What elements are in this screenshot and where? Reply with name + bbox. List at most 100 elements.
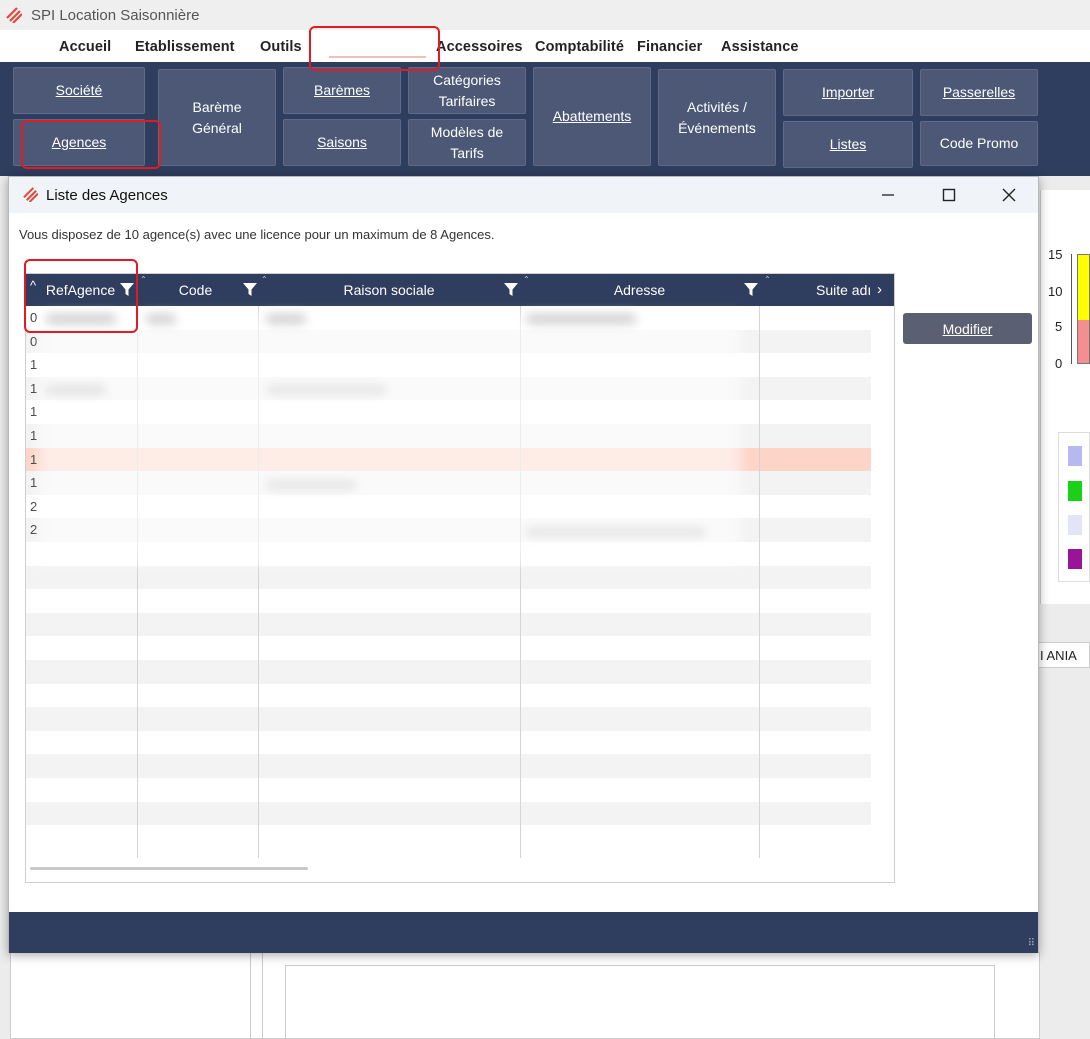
column-header-code[interactable]: Code ⌃: [137, 274, 268, 306]
redacted-text: [266, 386, 386, 394]
refagence-cell: 1: [30, 380, 38, 396]
legend-swatch-purple: [1068, 549, 1082, 569]
column-header-refagence[interactable]: ^ RefAgence ⌃: [26, 274, 147, 306]
filter-icon[interactable]: [120, 282, 134, 297]
bareme-general-label: Barème Général: [192, 98, 242, 136]
table-row[interactable]: [26, 660, 871, 684]
minimize-icon: [882, 194, 894, 196]
table-row[interactable]: [26, 636, 871, 660]
redacted-text: [526, 314, 636, 324]
table-row[interactable]: [26, 778, 871, 802]
menu-parametrages[interactable]: Paramétrages: [323, 34, 432, 58]
redacted-text: [266, 314, 306, 324]
chart-tick-15: 15: [1048, 247, 1063, 262]
saisons-label: Saisons: [317, 134, 367, 150]
chart-tick-0: 0: [1055, 356, 1063, 371]
table-row[interactable]: [26, 565, 871, 590]
chart-bar-yellow: [1077, 254, 1090, 320]
maximize-button[interactable]: [935, 183, 963, 207]
bareme-general-button[interactable]: Barème Général: [158, 69, 276, 166]
listes-label: Listes: [829, 136, 867, 152]
maximize-icon: [942, 188, 956, 202]
redacted-text: [46, 314, 116, 324]
dialog-footer: [9, 912, 1038, 953]
refagence-cell: 2: [30, 498, 38, 514]
importer-button[interactable]: Importer: [783, 69, 913, 116]
close-button[interactable]: [995, 183, 1023, 207]
menubar: Accueil Etablissement Outils Paramétrage…: [0, 30, 1090, 62]
baremes-button[interactable]: Barèmes: [283, 67, 401, 114]
agences-dialog: Liste des Agences Vous disposez de 10 ag…: [8, 176, 1039, 953]
menu-financier[interactable]: Financier: [637, 39, 702, 55]
menu-outils[interactable]: Outils: [260, 39, 302, 55]
redacted-text: [146, 314, 176, 324]
column-label-refagence: RefAgence: [45, 282, 116, 298]
listes-button[interactable]: Listes: [783, 121, 913, 168]
dialog-title: Liste des Agences: [46, 187, 168, 204]
column-label-adresse: Adresse: [613, 282, 666, 298]
app-logo-icon: [6, 7, 22, 23]
table-row[interactable]: [26, 612, 871, 637]
legend-swatch-lavender: [1068, 446, 1082, 466]
chart-bar-red: [1077, 320, 1090, 364]
menu-accueil[interactable]: Accueil: [59, 39, 111, 55]
refagence-cell: 0: [30, 333, 38, 349]
modifier-label: Modifier: [942, 320, 993, 337]
redacted-text: [526, 528, 706, 536]
background-lower-inner: [285, 965, 995, 1039]
societe-button[interactable]: Société: [13, 67, 145, 114]
close-icon: [1002, 188, 1016, 202]
chevron-right-icon[interactable]: ›: [877, 281, 882, 298]
table-row[interactable]: [26, 731, 871, 755]
refagence-cell: 0: [30, 310, 38, 325]
background-divider: [250, 952, 251, 1039]
horizontal-scrollbar[interactable]: [30, 867, 308, 870]
resize-grip-icon[interactable]: ⠿: [1028, 938, 1035, 949]
saisons-button[interactable]: Saisons: [283, 119, 401, 166]
activites-evenements-label: Activités / Événements: [678, 98, 756, 136]
passerelles-label: Passerelles: [942, 84, 1016, 100]
redacted-text: [266, 481, 356, 489]
chart-tick-5: 5: [1055, 319, 1063, 334]
menu-etablissement[interactable]: Etablissement: [135, 39, 235, 55]
minimize-button[interactable]: [874, 183, 902, 207]
table-row[interactable]: [26, 801, 871, 826]
background-strip-text: I ANIA: [1040, 648, 1077, 663]
column-header-raison-sociale[interactable]: Raison sociale ⌃: [258, 274, 529, 306]
chart-tick-10: 10: [1048, 284, 1063, 299]
column-header-adresse[interactable]: Adresse ⌃: [520, 274, 771, 306]
filter-icon[interactable]: [744, 282, 758, 297]
column-label-suite-adresse: Suite adı: [816, 282, 872, 298]
filter-icon[interactable]: [243, 282, 257, 297]
abattements-label: Abattements: [552, 108, 632, 124]
filter-icon[interactable]: [504, 282, 518, 297]
agences-button[interactable]: Agences: [13, 119, 145, 166]
redacted-text: [46, 386, 106, 394]
agences-label: Agences: [51, 134, 107, 150]
table-row[interactable]: [26, 589, 871, 613]
code-promo-button[interactable]: Code Promo: [920, 121, 1038, 166]
table-row[interactable]: [26, 754, 871, 778]
menu-comptabilite[interactable]: Comptabilité: [535, 39, 624, 55]
baremes-label: Barèmes: [313, 82, 371, 98]
dialog-titlebar[interactable]: Liste des Agences: [9, 177, 1038, 213]
column-label-raison-sociale: Raison sociale: [343, 282, 435, 298]
column-header-suite-adresse[interactable]: Suite adı ›: [759, 274, 894, 306]
modifier-button[interactable]: Modifier: [903, 313, 1032, 344]
table-row[interactable]: [26, 684, 871, 708]
agences-table[interactable]: ^ RefAgence ⌃ Code ⌃ Raison sociale ⌃ Ad…: [25, 273, 895, 883]
table-row[interactable]: [26, 707, 871, 731]
license-info-text: Vous disposez de 10 agence(s) avec une l…: [19, 227, 495, 242]
menu-assistance[interactable]: Assistance: [721, 39, 799, 55]
refagence-cell: 1: [30, 475, 38, 491]
menu-accessoires[interactable]: Accessoires: [436, 39, 523, 55]
importer-label: Importer: [821, 84, 875, 100]
table-row[interactable]: [26, 825, 871, 849]
categories-tarifaires-button[interactable]: Catégories Tarifaires: [408, 67, 526, 114]
passerelles-button[interactable]: Passerelles: [920, 69, 1038, 116]
legend-swatch-light: [1068, 515, 1082, 535]
abattements-button[interactable]: Abattements: [533, 67, 651, 166]
refagence-cell: 1: [30, 404, 38, 420]
activites-evenements-button[interactable]: Activités / Événements: [658, 69, 776, 166]
modeles-tarifs-button[interactable]: Modèles de Tarifs: [408, 119, 526, 166]
